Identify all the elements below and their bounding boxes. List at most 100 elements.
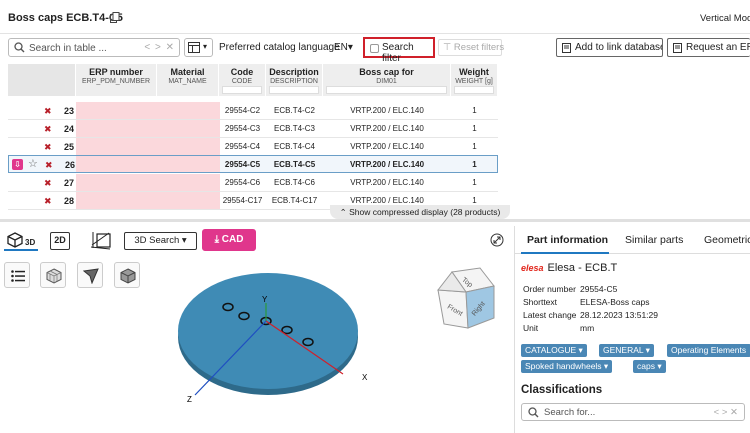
column-filter-input[interactable]	[269, 86, 319, 94]
close-icon[interactable]: ✖	[44, 124, 52, 135]
explode-view-button[interactable]	[114, 262, 140, 288]
tag-catalogue[interactable]: CATALOGUE ▾	[521, 344, 587, 357]
close-icon[interactable]: ✖	[44, 142, 52, 153]
column-config-button[interactable]: ▾	[184, 38, 213, 57]
table-toolbar: Search in table ... < > ✕ ▾ Preferred ca…	[0, 36, 750, 64]
catalog-language-label: Preferred catalog language	[219, 42, 340, 53]
search-filter-checkbox[interactable]	[370, 44, 379, 53]
cad-download-button[interactable]: ⤓ CAD	[202, 229, 256, 251]
chevron-down-icon: ▾	[181, 235, 187, 246]
render-mode-button[interactable]	[40, 262, 66, 288]
column-header[interactable]: Boss cap for DIM01	[323, 64, 451, 96]
classification-search-placeholder: Search for...	[544, 407, 596, 418]
info-value: mm	[580, 323, 595, 333]
cell-description: ECB.T4-C4	[274, 142, 315, 151]
show-compressed-display-button[interactable]: ⌃ Show compressed display (28 products)	[330, 205, 510, 219]
star-icon[interactable]: ☆	[28, 157, 38, 170]
row-number: 27	[63, 178, 74, 188]
cell-code: 29554-C3	[224, 124, 261, 133]
search-placeholder: Search in table ...	[29, 43, 107, 54]
table-row[interactable]: ✖ 25 29554-C4 ECB.T4-C4 VRTP.200 / ELC.1…	[8, 138, 498, 156]
chevron-down-icon: ▾	[347, 42, 353, 53]
list-view-button[interactable]	[4, 262, 30, 288]
fullscreen-icon[interactable]	[490, 233, 504, 247]
3d-model-viewport[interactable]: Y X Z	[140, 255, 390, 410]
column-header[interactable]: Description DESCRIPTION	[266, 64, 323, 96]
column-filter-input[interactable]	[222, 86, 262, 94]
row-number: 24	[63, 124, 74, 134]
column-subtitle: WEIGHT [g]	[455, 78, 493, 85]
list-icon	[11, 270, 25, 282]
page-title: Boss caps ECB.T4-C5	[8, 12, 123, 24]
column-title: Material	[170, 67, 205, 77]
column-title: Weight	[459, 67, 489, 77]
column-header[interactable]: Weight WEIGHT [g]	[451, 64, 498, 96]
section-view-button[interactable]	[77, 262, 103, 288]
search-filter-toggle[interactable]: Search filter	[363, 37, 435, 64]
cell-boss-cap-for: VRTP.200 / ELC.140	[349, 160, 425, 169]
tab-2d[interactable]: 2D	[50, 232, 70, 250]
info-value: 29554-C5	[580, 284, 618, 294]
column-header[interactable]: ERP number ERP_PDM_NUMBER	[76, 64, 157, 96]
cell-boss-cap-for: VRTP.200 / ELC.140	[350, 142, 424, 151]
view-cube[interactable]: Top Front Right	[432, 266, 502, 336]
document-icon	[562, 43, 571, 53]
column-subtitle: MAT_NAME	[168, 78, 207, 85]
tab-part-information[interactable]: Part information	[521, 226, 609, 254]
column-filter-input[interactable]	[326, 86, 447, 94]
add-to-link-database-button[interactable]: Add to link database	[556, 38, 663, 57]
3d-search-dropdown[interactable]: 3D Search ▾	[124, 232, 197, 250]
row-number: 28	[63, 196, 74, 206]
table-columns-icon	[188, 42, 200, 53]
document-icon	[673, 43, 682, 53]
cell-weight: 1	[472, 160, 477, 169]
table-row[interactable]: ✖ 23 29554-C2 ECB.T4-C2 VRTP.200 / ELC.1…	[8, 102, 498, 120]
tab-3d[interactable]: 3D	[4, 230, 38, 251]
box-icon	[120, 268, 136, 284]
close-icon[interactable]: ✖	[44, 196, 52, 207]
download-icon[interactable]: ⇩	[12, 159, 23, 170]
row-number: 26	[64, 160, 75, 170]
brand-logo: elesa	[521, 263, 544, 273]
column-header[interactable]: Code CODE	[219, 64, 266, 96]
search-icon	[528, 407, 539, 418]
measure-icon[interactable]	[90, 230, 112, 250]
info-value: 28.12.2023 13:51:29	[580, 310, 658, 320]
search-nav-controls[interactable]: < > ✕	[144, 42, 175, 53]
erp-cell	[76, 120, 220, 137]
copy-icon[interactable]	[110, 12, 120, 23]
column-subtitle: ERP_PDM_NUMBER	[81, 78, 151, 85]
column-filter-input[interactable]	[454, 86, 494, 94]
cell-boss-cap-for: VRTP.200 / ELC.140	[350, 196, 424, 205]
language-select[interactable]: EN▾	[334, 42, 353, 53]
cell-description: ECB.T4-C3	[274, 124, 315, 133]
table-row[interactable]: ✖ 24 29554-C3 ECB.T4-C3 VRTP.200 / ELC.1…	[8, 120, 498, 138]
close-icon[interactable]: ✖	[45, 160, 53, 171]
info-key: Unit	[523, 323, 539, 333]
row-number: 25	[63, 142, 74, 152]
tag-spoked-handwheels[interactable]: Spoked handwheels ▾	[521, 360, 613, 373]
tag-caps[interactable]: caps ▾	[633, 360, 666, 373]
table-row-selected[interactable]: ⇩ ☆ ✖ 26 29554-C5 ECB.T4-C5 VRTP.200 / E…	[8, 155, 498, 173]
chevron-down-icon: ▾	[203, 42, 208, 51]
tab-similar-parts[interactable]: Similar parts	[625, 226, 683, 254]
chevron-up-icon: ⌃	[339, 207, 350, 217]
request-erp-button[interactable]: Request an ERP	[667, 38, 750, 57]
classification-search-input[interactable]: Search for... < > ✕	[521, 403, 745, 421]
row-header-corner	[8, 64, 76, 96]
erp-cell	[76, 102, 220, 119]
close-icon[interactable]: ✖	[44, 178, 52, 189]
column-header[interactable]: Material MAT_NAME	[157, 64, 219, 96]
view-mode-label[interactable]: Vertical Mod	[700, 13, 750, 24]
table-search-input[interactable]: Search in table ... < > ✕	[8, 38, 180, 57]
table-row[interactable]: ✖ 27 29554-C6 ECB.T4-C6 VRTP.200 / ELC.1…	[8, 174, 498, 192]
classification-search-nav[interactable]: < > ✕	[714, 407, 738, 418]
tab-geometric[interactable]: Geometric	[704, 226, 750, 254]
cell-code: 29554-C4	[224, 142, 261, 151]
tag-operating-elements[interactable]: Operating Elements	[667, 344, 750, 357]
reset-filters-button[interactable]: ⊤ Reset filters	[438, 39, 504, 56]
panel-splitter[interactable]	[0, 219, 750, 222]
close-icon[interactable]: ✖	[44, 106, 52, 117]
tag-general[interactable]: GENERAL ▾	[599, 344, 654, 357]
panel-tabs: Part information Similar parts Geometric	[515, 226, 750, 254]
